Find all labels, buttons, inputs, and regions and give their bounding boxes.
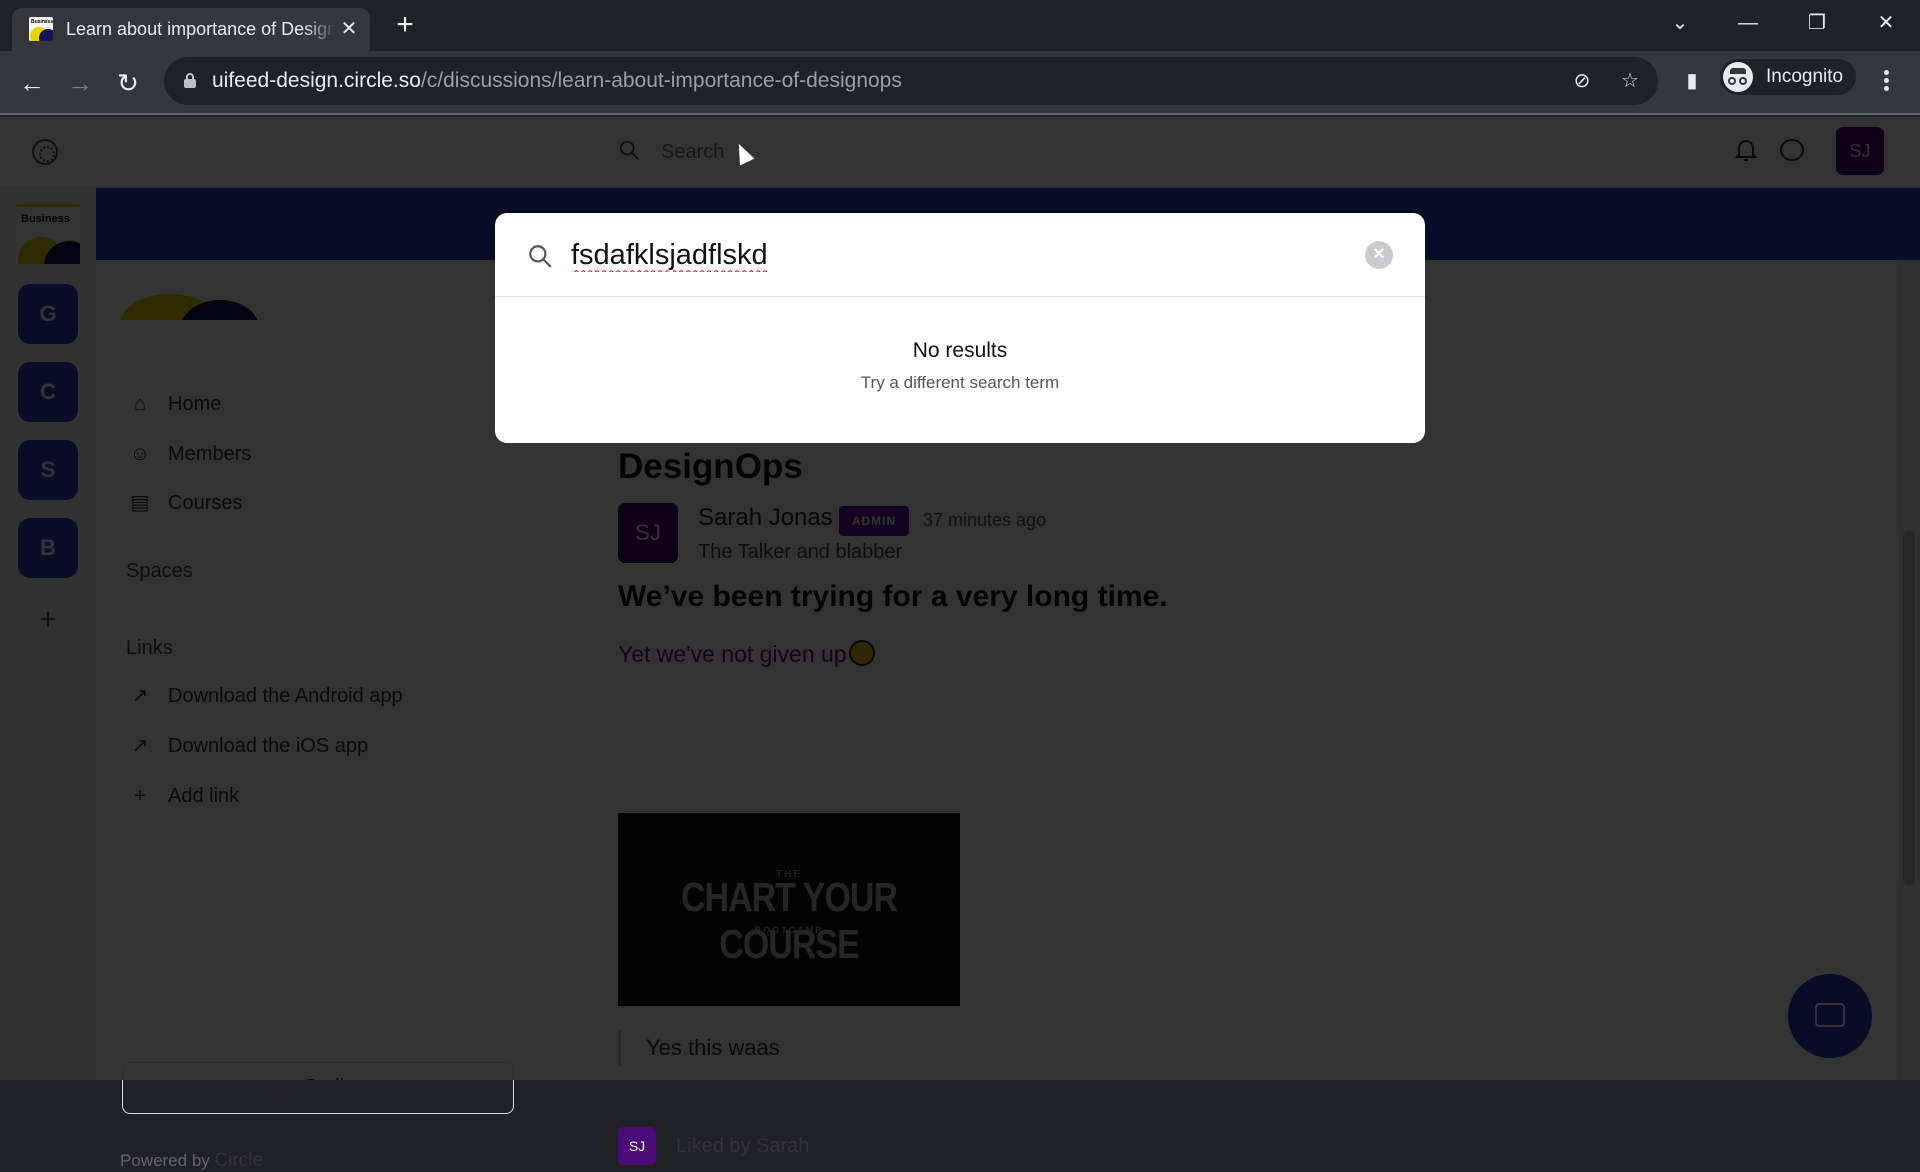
back-button[interactable]: ←: [14, 65, 50, 101]
lock-icon: [184, 73, 196, 88]
clear-search-button[interactable]: ✕: [1365, 241, 1393, 269]
tab-title: Learn about importance of DesignOps: [66, 19, 336, 39]
powered-by-text: Powered by: [120, 1151, 210, 1170]
side-panel-icon[interactable]: ▮: [1680, 69, 1704, 93]
incognito-label: Incognito: [1766, 66, 1844, 87]
new-tab-button[interactable]: +: [390, 10, 420, 41]
url-path: /c/discussions/learn-about-importance-of…: [420, 69, 902, 92]
url-text[interactable]: uifeed-design.circle.so/c/discussions/le…: [212, 69, 902, 93]
liker-avatar[interactable]: SJ: [618, 1127, 656, 1165]
incognito-icon: [1723, 62, 1753, 92]
search-modal: ✕ No results Try a different search term: [495, 213, 1425, 443]
eye-off-icon[interactable]: ⊘: [1570, 69, 1594, 93]
powered-by-circle[interactable]: Powered by Circle: [120, 1150, 263, 1172]
close-window-button[interactable]: ✕: [1866, 8, 1906, 38]
forward-button[interactable]: →: [62, 65, 98, 101]
restore-button[interactable]: ❐: [1797, 8, 1837, 38]
browser-menu-icon[interactable]: [1876, 67, 1896, 99]
browser-toolbar: ← → ↻ uifeed-design.circle.so/c/discussi…: [0, 51, 1920, 115]
close-tab-icon[interactable]: ✕: [337, 17, 361, 41]
circle-brand: Circle: [214, 1150, 264, 1171]
favicon-icon: Business: [29, 17, 53, 41]
bookmark-star-icon[interactable]: ☆: [1618, 69, 1642, 93]
browser-tab[interactable]: Business Learn about importance of Desig…: [12, 8, 370, 51]
video-camera-icon: [263, 1080, 287, 1096]
no-results-title: No results: [912, 339, 1008, 362]
search-modal-input-row: ✕: [495, 213, 1425, 297]
minimize-button[interactable]: —: [1728, 8, 1768, 38]
url-host: uifeed-design.circle.so: [212, 69, 421, 92]
no-results-subtitle: Try a different search term: [860, 373, 1060, 392]
reload-button[interactable]: ↻: [110, 65, 146, 101]
browser-tabstrip: Business Learn about importance of Desig…: [0, 0, 1920, 51]
tab-search-icon[interactable]: ⌄: [1660, 8, 1700, 38]
liked-by-text[interactable]: Liked by Sarah: [676, 1135, 809, 1158]
search-input[interactable]: [571, 233, 1331, 277]
address-bar[interactable]: uifeed-design.circle.so/c/discussions/le…: [164, 57, 1658, 105]
search-icon: [529, 245, 552, 268]
incognito-profile-button[interactable]: Incognito: [1720, 59, 1856, 95]
